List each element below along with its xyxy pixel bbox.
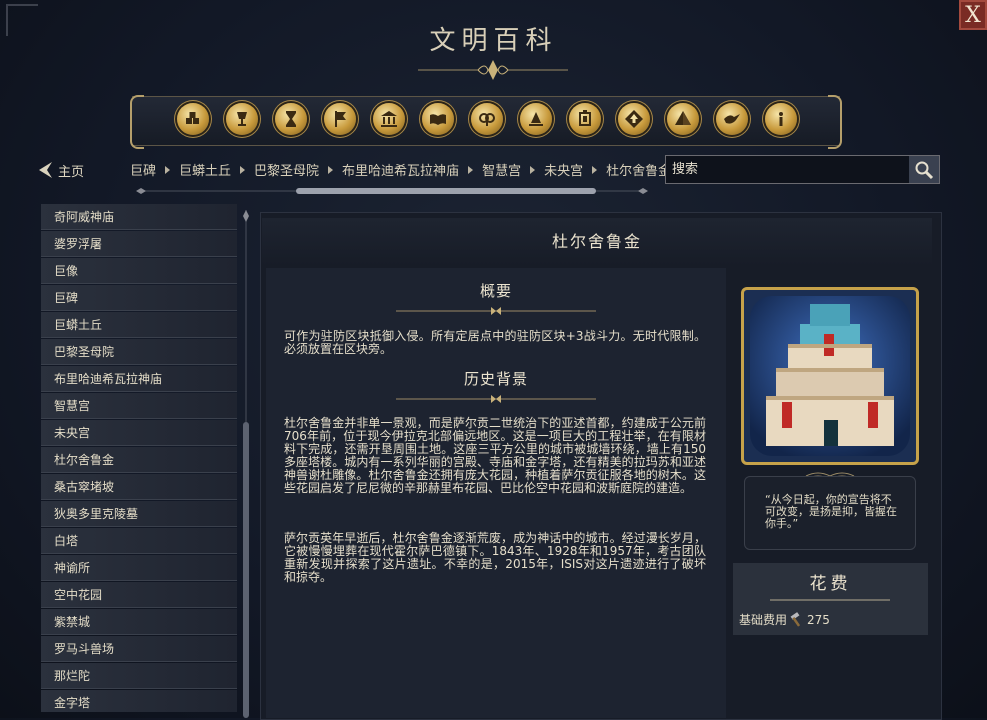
- hammer-icon: [790, 611, 801, 627]
- list-item[interactable]: 巨蟒土丘: [41, 312, 237, 338]
- pyramid-icon[interactable]: [667, 103, 699, 135]
- campfire-icon[interactable]: [520, 103, 552, 135]
- breadcrumb-item[interactable]: 巨蟒土丘: [179, 164, 231, 179]
- list-item[interactable]: 未央宫: [41, 420, 237, 446]
- cost-divider: [770, 599, 890, 601]
- list-item[interactable]: 奇阿威神庙: [41, 204, 237, 230]
- home-link[interactable]: 主页: [36, 160, 84, 180]
- list-item[interactable]: 那烂陀: [41, 663, 237, 689]
- list-item[interactable]: 桑古窣堵坡: [41, 474, 237, 500]
- breadcrumb-separator-icon: [468, 166, 474, 174]
- scroll-thumb[interactable]: [296, 188, 596, 194]
- list-item[interactable]: 巨碑: [41, 285, 237, 311]
- list-item[interactable]: 布里哈迪希瓦拉神庙: [41, 366, 237, 392]
- breadcrumb-separator-icon: [165, 166, 171, 174]
- search-input[interactable]: [666, 156, 909, 183]
- list-scrollbar[interactable]: [241, 210, 251, 718]
- history-paragraph-2: 萨尔贡英年早逝后，杜尔舍鲁金逐渐荒废，成为神话中的城市。经过漫长岁月，它被慢慢埋…: [284, 531, 706, 584]
- list-item[interactable]: 杜尔舍鲁金: [41, 447, 237, 473]
- breadcrumb-item[interactable]: 巨碑: [130, 164, 156, 179]
- goblet-icon[interactable]: [226, 103, 258, 135]
- back-arrow-icon: [39, 162, 52, 178]
- breadcrumb: 巨碑 巨蟒土丘 巴黎圣母院 布里哈迪希瓦拉神庙 智慧宫 未央宫 杜尔舍鲁金: [130, 160, 671, 179]
- list-item[interactable]: 金字塔: [41, 690, 237, 712]
- temple-icon[interactable]: [373, 103, 405, 135]
- base-cost: 基础费用 275: [739, 611, 830, 628]
- breadcrumb-item[interactable]: 巴黎圣母院: [254, 164, 319, 179]
- diamond-up-icon[interactable]: [618, 103, 650, 135]
- breadcrumb-item[interactable]: 布里哈迪希瓦拉神庙: [342, 164, 459, 179]
- home-label: 主页: [58, 164, 85, 180]
- list-item[interactable]: 巴黎圣母院: [41, 339, 237, 365]
- close-button[interactable]: X: [959, 0, 987, 30]
- search-icon: [915, 161, 934, 179]
- wonder-quote: “从今日起，你的宣告将不可改变，是扬是抑，皆握在你手。”: [744, 476, 916, 550]
- heading-divider: [396, 395, 596, 403]
- breadcrumb-item[interactable]: 智慧宫: [482, 164, 521, 179]
- list-item[interactable]: 婆罗浮屠: [41, 231, 237, 257]
- breadcrumb-item[interactable]: 未央宫: [544, 164, 583, 179]
- list-item[interactable]: 狄奥多里克陵墓: [41, 501, 237, 527]
- cost-heading: 花费: [809, 574, 852, 594]
- breadcrumb-scrollbar[interactable]: [136, 186, 648, 196]
- summary-heading: 概要: [479, 282, 512, 300]
- category-bar: [130, 95, 842, 149]
- list-item[interactable]: 罗马斗兽场: [41, 636, 237, 662]
- boxes-icon[interactable]: [177, 103, 209, 135]
- bar-left-cap: [130, 95, 144, 149]
- base-cost-label: 基础费用: [739, 613, 788, 627]
- ram-icon[interactable]: [471, 103, 503, 135]
- search-box: [665, 155, 940, 184]
- flag-icon[interactable]: [324, 103, 356, 135]
- list-item[interactable]: 智慧宫: [41, 393, 237, 419]
- cost-box: 花费 基础费用 275: [733, 563, 928, 635]
- history-heading: 历史背景: [463, 370, 528, 388]
- breadcrumb-separator-icon: [592, 166, 598, 174]
- base-cost-value: 275: [807, 612, 830, 627]
- history-paragraph-1: 杜尔舍鲁金并非单一景观，而是萨尔贡二世统治下的亚述首都，约建成于公元前706年前…: [284, 416, 706, 495]
- search-button[interactable]: [909, 156, 939, 183]
- info-icon[interactable]: [765, 103, 797, 135]
- article-body: 概要 可作为驻防区块抵御入侵。所有定居点中的驻防区块+3战斗力。无时代限制。必须…: [266, 268, 726, 718]
- dove-icon[interactable]: [716, 103, 748, 135]
- hourglass-icon[interactable]: [275, 103, 307, 135]
- breadcrumb-item[interactable]: 杜尔舍鲁金: [606, 164, 671, 179]
- heading-divider: [396, 307, 596, 315]
- bar-right-cap: [828, 95, 842, 149]
- scroll-thumb[interactable]: [243, 422, 249, 718]
- wonder-list: 奇阿威神庙 婆罗浮屠 巨像 巨碑 巨蟒土丘 巴黎圣母院 布里哈迪希瓦拉神庙 智慧…: [41, 204, 237, 712]
- article-title: 杜尔舍鲁金: [262, 218, 932, 266]
- breadcrumb-separator-icon: [240, 166, 246, 174]
- book-icon[interactable]: [422, 103, 454, 135]
- lantern-icon[interactable]: [569, 103, 601, 135]
- page-title: 文明百科: [429, 26, 558, 56]
- list-item[interactable]: 白塔: [41, 528, 237, 554]
- title-ornament: [418, 60, 568, 80]
- list-item[interactable]: 空中花园: [41, 582, 237, 608]
- breadcrumb-separator-icon: [328, 166, 334, 174]
- breadcrumb-separator-icon: [530, 166, 536, 174]
- list-item[interactable]: 巨像: [41, 258, 237, 284]
- list-item[interactable]: 神谕所: [41, 555, 237, 581]
- ziggurat-icon: [750, 296, 910, 456]
- list-item[interactable]: 紫禁城: [41, 609, 237, 635]
- summary-text: 可作为驻防区块抵御入侵。所有定居点中的驻防区块+3战斗力。无时代限制。必须放置在…: [284, 329, 706, 356]
- wonder-portrait: [741, 287, 919, 465]
